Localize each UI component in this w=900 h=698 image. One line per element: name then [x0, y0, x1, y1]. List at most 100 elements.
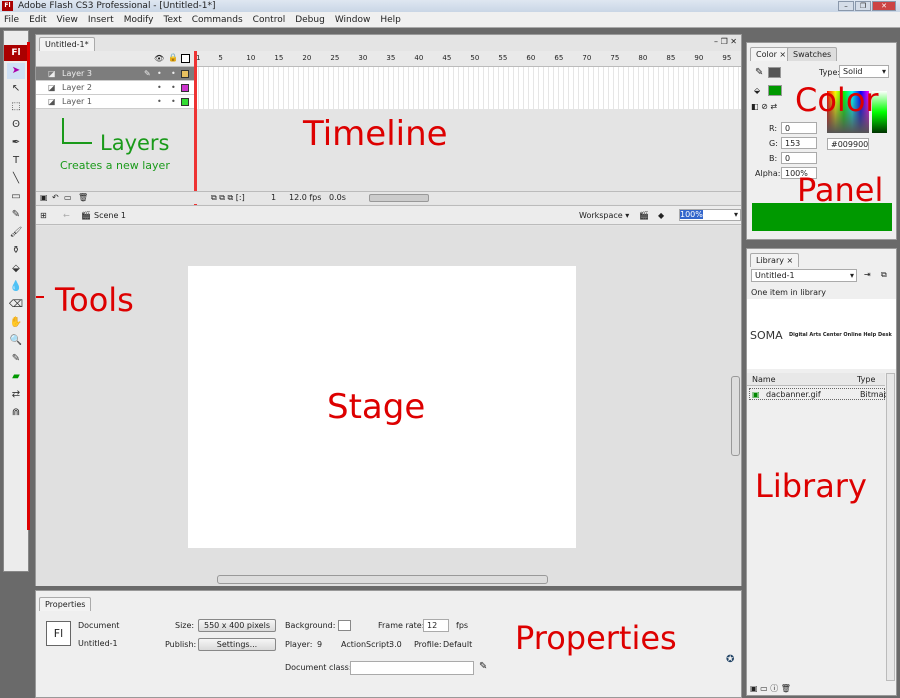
tab-properties[interactable]: Properties [39, 597, 92, 611]
tab-swatches[interactable]: Swatches [787, 47, 838, 61]
doc-window-controls[interactable]: – ❐ ✕ [714, 37, 737, 46]
horizontal-scrollbar[interactable] [217, 575, 548, 584]
tab-color[interactable]: Color × [750, 47, 793, 61]
menu-view[interactable]: View [57, 12, 78, 27]
scene-name[interactable]: Scene 1 [94, 206, 126, 225]
playhead[interactable] [194, 51, 197, 211]
minimize-button[interactable]: – [838, 1, 854, 11]
edit-scene-icon[interactable]: 🎬 [639, 206, 649, 225]
visibility-dot[interactable]: • [157, 95, 162, 108]
swap-colors-icon[interactable]: ◧ ⊘ ⇄ [751, 102, 777, 111]
fill-color-icon[interactable]: ▰ [7, 369, 25, 385]
eyedropper-icon[interactable]: 💧 [7, 279, 25, 295]
menu-window[interactable]: Window [335, 12, 371, 27]
hand-icon[interactable]: ✋ [7, 315, 25, 331]
outline-color-swatch[interactable] [181, 84, 189, 92]
zoom-select[interactable]: 100% ▾ [679, 209, 741, 221]
pen-icon[interactable]: ✒ [7, 135, 25, 151]
layer-row[interactable]: ◪ Layer 1 • • [36, 95, 194, 109]
subselection-icon[interactable]: ↖ [7, 81, 25, 97]
visibility-dot[interactable]: • [157, 81, 162, 94]
frame-rate-input[interactable]: 12 [423, 619, 449, 632]
edit-pencil-icon[interactable]: ✎ [479, 661, 487, 672]
layer-name[interactable]: Layer 3 [62, 69, 92, 78]
lock-dot[interactable]: • [171, 81, 176, 94]
menu-commands[interactable]: Commands [192, 12, 243, 27]
pencil-icon[interactable]: ✎ [7, 207, 25, 223]
timeline-toggle-icon[interactable]: ⊞ [40, 206, 47, 225]
lock-dot[interactable]: • [171, 67, 176, 80]
lasso-icon[interactable]: ʘ [7, 117, 25, 133]
close-button[interactable]: ✕ [872, 1, 896, 11]
paint-bucket-icon[interactable]: ⬙ [7, 261, 25, 277]
ink-bottle-icon[interactable]: ⚱ [7, 243, 25, 259]
doc-class-input[interactable] [350, 661, 474, 675]
edit-symbols-icon[interactable]: ◆ [658, 206, 664, 225]
menu-file[interactable]: File [4, 12, 19, 27]
outline-icon[interactable] [181, 54, 190, 63]
settings-button[interactable]: Settings... [198, 638, 276, 651]
tab-library[interactable]: Library × [750, 253, 800, 267]
eye-icon[interactable]: 👁 [154, 54, 164, 63]
stroke-color-icon[interactable]: ✎ [7, 351, 25, 367]
menu-help[interactable]: Help [380, 12, 401, 27]
library-item[interactable]: ▣ dacbanner.gif Bitmap [749, 388, 886, 400]
rectangle-icon[interactable]: ▭ [7, 189, 25, 205]
visibility-dot[interactable]: • [157, 67, 162, 80]
line-icon[interactable]: ╲ [7, 171, 25, 187]
hex-input[interactable]: #009900 [827, 138, 869, 150]
workspace-menu[interactable]: Workspace ▾ [579, 206, 629, 225]
eraser-icon[interactable]: ⌫ [7, 297, 25, 313]
free-transform-icon[interactable]: ⬚ [7, 99, 25, 115]
outline-color-swatch[interactable] [181, 98, 189, 106]
b-input[interactable]: 0 [781, 152, 817, 164]
lock-icon[interactable]: 🔒 [168, 53, 178, 62]
outline-color-swatch[interactable] [181, 70, 189, 78]
swap-colors-icon[interactable]: ⇄ [7, 387, 25, 403]
restore-button[interactable]: ❐ [855, 1, 871, 11]
layer-row[interactable]: ◪ Layer 3 ✎ • • [36, 67, 194, 81]
menu-text[interactable]: Text [164, 12, 182, 27]
new-layer-icon[interactable]: ▣ [40, 192, 48, 204]
help-icon[interactable]: ✪ [726, 654, 734, 665]
menu-modify[interactable]: Modify [124, 12, 154, 27]
g-input[interactable]: 153 [781, 137, 817, 149]
fill-bucket-icon[interactable]: ⬙ [754, 86, 760, 95]
menu-debug[interactable]: Debug [295, 12, 325, 27]
new-folder-icon[interactable]: ▭ [64, 192, 72, 204]
background-color-swatch[interactable] [338, 620, 351, 631]
col-type[interactable]: Type [857, 375, 875, 384]
brush-icon[interactable]: 🖌 [7, 225, 25, 241]
pin-icon[interactable]: ⇥ [864, 270, 871, 279]
menu-insert[interactable]: Insert [88, 12, 114, 27]
size-button[interactable]: 550 x 400 pixels [198, 619, 276, 632]
col-name[interactable]: Name [752, 375, 776, 384]
text-icon[interactable]: T [7, 153, 25, 169]
timeline-scrollbar[interactable] [369, 194, 429, 202]
r-input[interactable]: 0 [781, 122, 817, 134]
zoom-icon[interactable]: 🔍 [7, 333, 25, 349]
lock-dot[interactable]: • [171, 95, 176, 108]
layer-row[interactable]: ◪ Layer 2 • • [36, 81, 194, 95]
stroke-pencil-icon[interactable]: ✎ [755, 67, 763, 78]
library-scrollbar[interactable] [886, 373, 895, 681]
library-doc-select[interactable]: Untitled-1 ▾ [751, 269, 857, 282]
menu-edit[interactable]: Edit [29, 12, 46, 27]
layer-name[interactable]: Layer 1 [62, 97, 92, 106]
onion-skin-icon[interactable]: ⧉ ⧉ ⧉ [:] [211, 192, 245, 204]
delete-layer-icon[interactable]: 🗑 [78, 192, 88, 204]
new-library-icon[interactable]: ⧉ [881, 270, 887, 280]
selection-icon[interactable]: ➤ [7, 63, 25, 79]
layer-name[interactable]: Layer 2 [62, 83, 92, 92]
vertical-scrollbar[interactable] [731, 376, 740, 456]
frames-grid[interactable] [194, 67, 741, 109]
fill-color-swatch[interactable] [768, 85, 782, 96]
type-select[interactable]: Solid ▾ [839, 65, 889, 78]
snap-icon[interactable]: ⋒ [7, 405, 25, 421]
menu-control[interactable]: Control [253, 12, 286, 27]
stroke-color-swatch[interactable] [768, 67, 781, 78]
tab-untitled-1[interactable]: Untitled-1* [39, 37, 95, 51]
back-arrow-icon[interactable]: ← [63, 206, 70, 225]
add-motion-guide-icon[interactable]: ↶ [52, 192, 59, 204]
library-footer-icons[interactable]: ▣ ▭ ⓘ 🗑 [750, 683, 791, 694]
